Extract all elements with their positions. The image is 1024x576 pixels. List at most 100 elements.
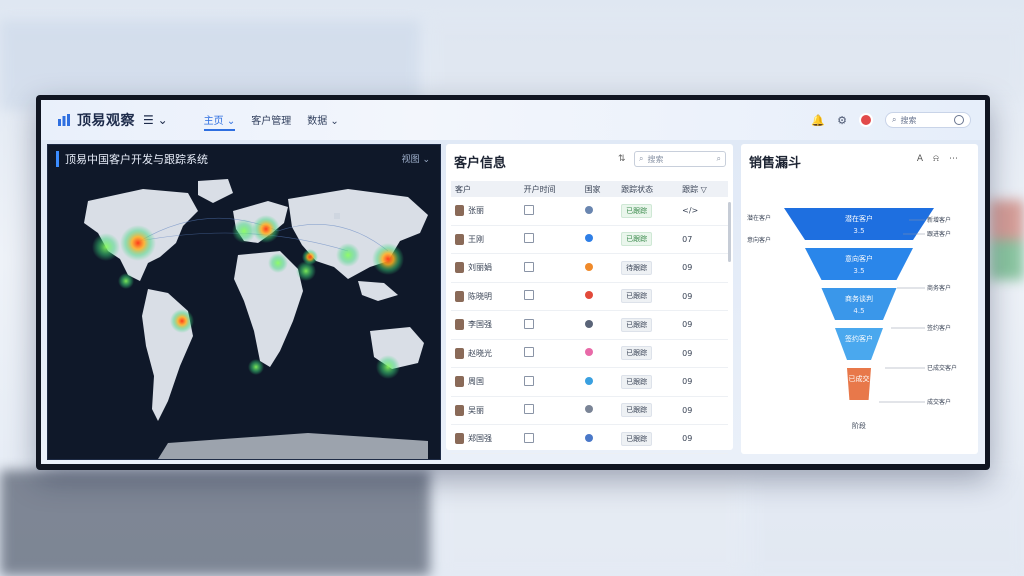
nav-data[interactable]: 数据 ⌄ (307, 110, 339, 131)
cell-status: 已跟踪 (617, 339, 679, 368)
country-flag-icon (584, 291, 593, 300)
sort-icon[interactable]: ⇅ (618, 154, 626, 164)
cell-customer: 吴丽 (451, 396, 520, 425)
sales-funnel-panel: 销售漏斗 A⍾⋯ 潜在客户 3.5 意向客户 3.5 商务谈判 4.5 签约客户 已成交 潜在客… (741, 144, 978, 454)
country-flag-icon (584, 376, 593, 385)
country-flag-icon (584, 205, 593, 214)
settings-icon[interactable]: ⚙ (837, 114, 847, 127)
nav-customers[interactable]: 客户管理 (251, 110, 291, 131)
customer-info-panel: 客户信息 ⇅ ⌕ 搜索 ⌕ 客户 开户时间 国家 跟踪状态 跟踪 ▽ 张丽 已跟踪… (446, 144, 733, 454)
menu-icon[interactable]: ☰ ⌄ (143, 113, 168, 127)
funnel-stage-4[interactable] (847, 368, 871, 400)
dashboard-screen: 顶易观察 ☰ ⌄ 主页 ⌄ 客户管理 数据 ⌄ 🔔 ⚙ ⌕ 搜索 顶易中国客户开… (41, 100, 985, 464)
row-checkbox[interactable] (523, 375, 534, 386)
map-view-dropdown[interactable]: 视图 ⌄ (402, 152, 430, 165)
country-flag-icon (584, 234, 593, 243)
user-avatar[interactable] (859, 113, 873, 127)
funnel-stage-1[interactable] (805, 248, 913, 280)
world-map[interactable] (48, 171, 440, 459)
customer-name: 周国 (468, 377, 484, 387)
table-row[interactable]: 王刚 已跟踪 07 (451, 225, 728, 254)
header-search-input[interactable]: 搜索 (900, 115, 954, 126)
col-customer[interactable]: 客户 (451, 181, 520, 197)
top-nav: 主页 ⌄ 客户管理 数据 ⌄ (203, 110, 339, 131)
cell-customer: 张丽 (451, 197, 520, 226)
status-badge: 待跟踪 (621, 260, 653, 275)
funnel-stage-2[interactable] (821, 288, 897, 320)
status-badge: 已跟踪 (621, 374, 653, 389)
funnel-stage-0[interactable] (784, 208, 934, 240)
col-country[interactable]: 国家 (580, 181, 618, 197)
customer-search-input[interactable]: 搜索 (647, 154, 716, 165)
header-search[interactable]: ⌕ 搜索 (885, 112, 971, 128)
customer-table-body: 张丽 已跟踪 </> 王刚 已跟踪 07 刘丽娟 待跟踪 09 陈晓明 已跟踪 09 李国强 已跟踪 09 赵… (451, 197, 728, 454)
cell-tracking: 09 (678, 367, 728, 397)
nav-home[interactable]: 主页 ⌄ (203, 110, 236, 131)
search-icon: ⌕ (892, 115, 897, 124)
world-map-panel: 顶易中国客户开发与跟踪系统 视图 ⌄ (47, 144, 441, 460)
col-open-time[interactable]: 开户时间 (519, 181, 581, 197)
cell-tracking: 09 (678, 310, 728, 340)
africa-shape (234, 251, 303, 367)
row-checkbox[interactable] (523, 347, 534, 358)
cell-checkbox[interactable] (519, 339, 581, 368)
row-checkbox[interactable] (523, 204, 534, 215)
customer-name: 张丽 (468, 206, 484, 216)
status-badge: 已跟踪 (621, 203, 653, 218)
status-badge: 已跟踪 (621, 289, 653, 304)
cell-checkbox[interactable] (519, 367, 581, 397)
south-america-shape (142, 289, 193, 421)
funnel-stage-value: 4.5 (853, 307, 864, 315)
clear-icon[interactable]: ⌕ (717, 154, 721, 164)
country-flag-icon (584, 348, 593, 357)
table-row[interactable]: 李国强 已跟踪 09 (451, 310, 728, 340)
cell-status: 已跟踪 (617, 197, 679, 226)
table-row[interactable]: 赵晓光 已跟踪 09 (451, 339, 728, 368)
cell-tracking: 09 (678, 424, 728, 454)
cell-checkbox[interactable] (519, 424, 581, 454)
table-row[interactable]: 陈晓明 已跟踪 09 (451, 282, 728, 311)
customer-avatar (455, 433, 464, 445)
country-flag-icon (584, 433, 593, 442)
cell-checkbox[interactable] (519, 253, 581, 283)
app-logo[interactable]: 顶易观察 ☰ ⌄ (57, 110, 168, 130)
table-row[interactable]: 周国 已跟踪 09 (451, 367, 728, 397)
row-checkbox[interactable] (523, 318, 534, 329)
cell-checkbox[interactable] (519, 225, 581, 254)
table-row[interactable]: 刘丽娟 待跟踪 09 (451, 253, 728, 283)
cell-status: 已跟踪 (617, 310, 679, 340)
col-tracking[interactable]: 跟踪 ▽ (678, 181, 728, 197)
funnel-stage-label: 已成交 (849, 374, 870, 383)
row-checkbox[interactable] (523, 261, 534, 272)
search-icon: ⌕ (639, 154, 644, 163)
cell-checkbox[interactable] (519, 396, 581, 425)
funnel-stage-3[interactable] (835, 328, 883, 360)
customer-name: 郑国强 (468, 434, 492, 444)
row-checkbox[interactable] (523, 432, 534, 443)
funnel-left-label: 潜在客户 (747, 214, 771, 222)
cell-checkbox[interactable] (519, 310, 581, 340)
status-badge: 已跟踪 (621, 232, 653, 247)
country-flag-icon (584, 405, 593, 414)
cell-status: 已跟踪 (617, 225, 679, 254)
customer-avatar (455, 290, 464, 302)
cell-checkbox[interactable] (519, 282, 581, 311)
cell-customer: 周国 (451, 367, 520, 397)
row-checkbox[interactable] (523, 404, 534, 415)
cell-country (580, 367, 618, 397)
table-row[interactable]: 张丽 已跟踪 </> (451, 197, 728, 226)
customer-search[interactable]: ⌕ 搜索 ⌕ (634, 151, 726, 167)
cell-tracking: 09 (678, 282, 728, 311)
map-marker-icon[interactable] (334, 213, 340, 219)
cell-customer: 王刚 (451, 225, 520, 254)
table-row[interactable]: 吴丽 已跟踪 09 (451, 396, 728, 425)
notification-icon[interactable]: 🔔 (811, 114, 825, 127)
row-checkbox[interactable] (523, 233, 534, 244)
cell-checkbox[interactable] (519, 197, 581, 226)
cell-customer: 刘丽娟 (451, 253, 520, 283)
table-scrollbar[interactable] (728, 202, 731, 262)
row-checkbox[interactable] (523, 290, 534, 301)
col-status[interactable]: 跟踪状态 (617, 181, 679, 197)
table-row[interactable]: 郑国强 已跟踪 09 (451, 424, 728, 454)
table-header-row: 客户 开户时间 国家 跟踪状态 跟踪 ▽ (451, 181, 728, 197)
